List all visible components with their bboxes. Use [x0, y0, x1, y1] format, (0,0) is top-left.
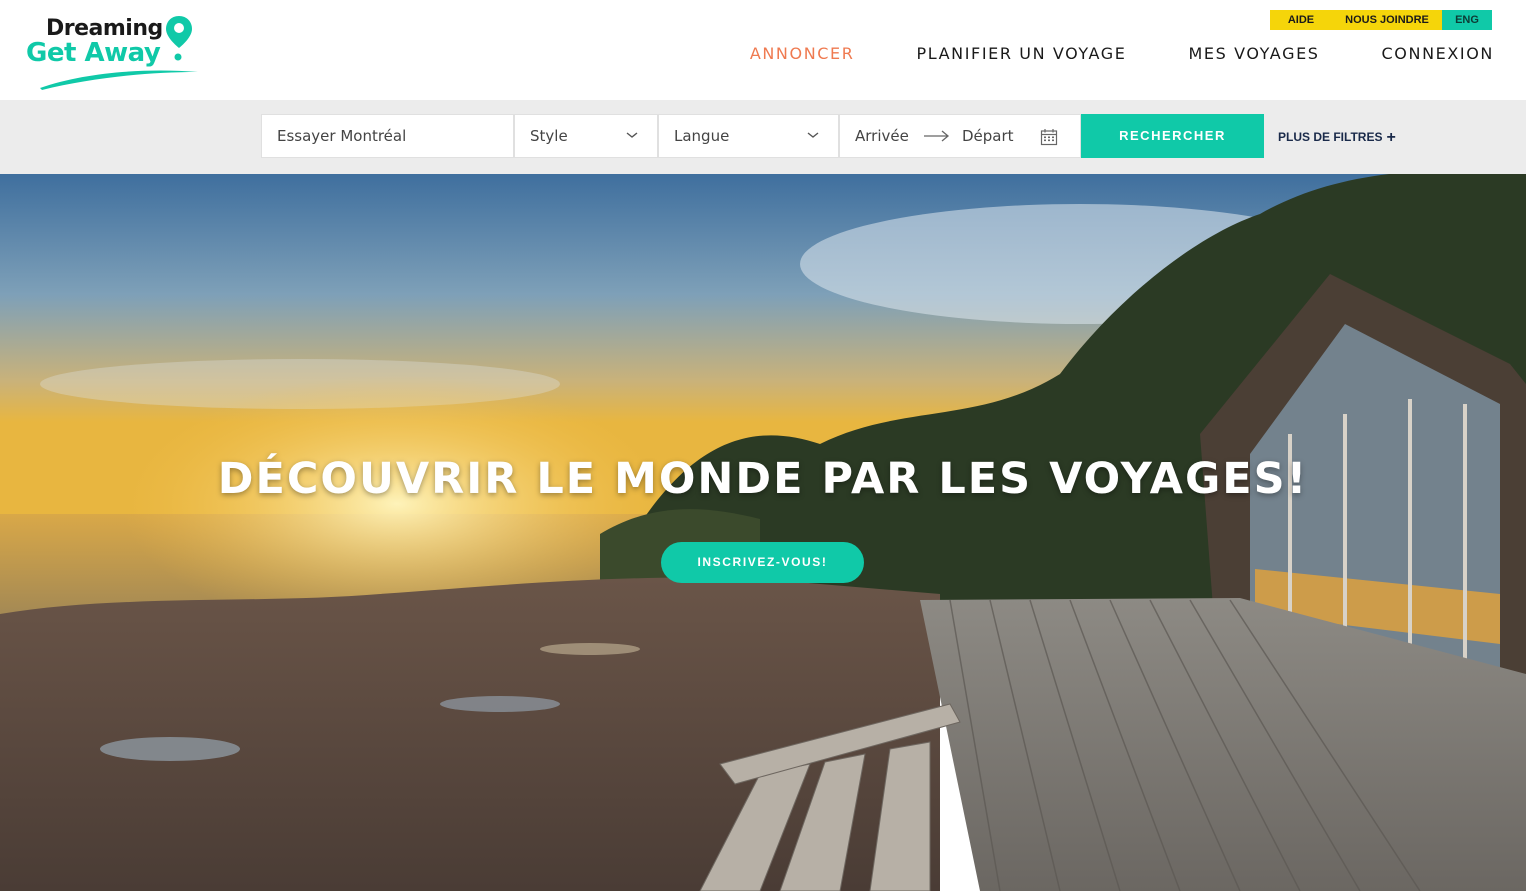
date-range-picker[interactable]: Arrivée Départ — [839, 114, 1081, 158]
language-select-label: Langue — [674, 127, 730, 145]
help-link[interactable]: AIDE — [1270, 10, 1332, 30]
arrow-right-icon — [924, 130, 950, 142]
main-nav: ANNONCER PLANIFIER UN VOYAGE MES VOYAGES… — [750, 44, 1494, 63]
location-pin-icon — [166, 16, 192, 61]
site-header: Dreaming Get Away AIDE NOUS JOINDRE ENG … — [0, 0, 1526, 100]
chevron-down-icon — [626, 132, 638, 138]
chevron-down-icon — [807, 132, 819, 138]
search-button[interactable]: RECHERCHER — [1081, 114, 1264, 158]
nav-item-planifier[interactable]: PLANIFIER UN VOYAGE — [916, 44, 1126, 63]
more-filters-button[interactable]: PLUS DE FILTRES + — [1278, 128, 1396, 146]
nav-item-connexion[interactable]: CONNEXION — [1382, 44, 1494, 63]
utility-links: AIDE NOUS JOINDRE ENG — [1270, 10, 1492, 30]
brand-logo[interactable]: Dreaming Get Away — [26, 14, 201, 94]
language-select[interactable]: Langue — [658, 114, 839, 158]
arrival-date-field[interactable]: Arrivée — [855, 115, 909, 157]
nav-item-mes-voyages[interactable]: MES VOYAGES — [1189, 44, 1320, 63]
contact-link[interactable]: NOUS JOINDRE — [1332, 10, 1442, 30]
logo-swoosh — [40, 70, 198, 90]
hero-background-image — [0, 174, 1526, 891]
more-filters-label: PLUS DE FILTRES — [1278, 130, 1383, 144]
destination-search-input[interactable]: Essayer Montréal — [261, 114, 514, 158]
calendar-icon[interactable] — [1040, 128, 1058, 146]
nav-item-annoncer[interactable]: ANNONCER — [750, 44, 855, 63]
style-select[interactable]: Style — [514, 114, 658, 158]
search-bar: Essayer Montréal Style Langue Arrivée Dé… — [0, 100, 1526, 174]
hero-banner: DÉCOUVRIR LE MONDE PAR LES VOYAGES! INSC… — [0, 174, 1526, 891]
language-switch[interactable]: ENG — [1442, 10, 1492, 30]
departure-date-field[interactable]: Départ — [962, 115, 1014, 157]
style-select-label: Style — [530, 127, 568, 145]
hero-title: DÉCOUVRIR LE MONDE PAR LES VOYAGES! — [217, 454, 1309, 504]
signup-button[interactable]: INSCRIVEZ-VOUS! — [661, 542, 864, 583]
plus-icon: + — [1386, 129, 1396, 146]
